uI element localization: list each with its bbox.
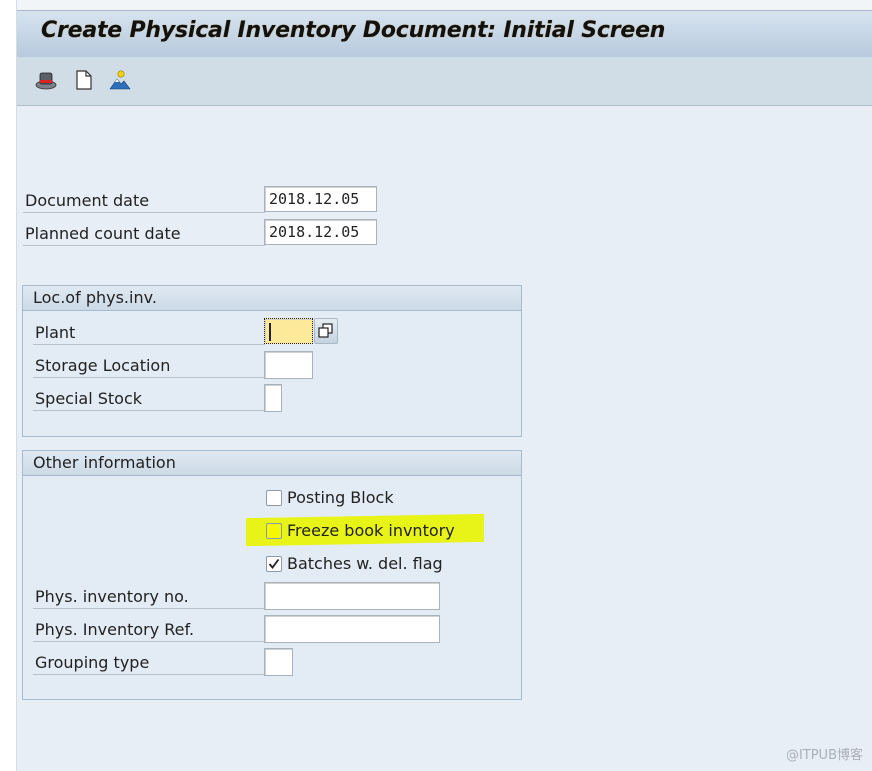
document-date-label: Document date [23,188,265,213]
text-cursor [269,323,271,341]
grouping-type-input[interactable] [264,648,293,676]
document-date-input[interactable]: 2018.12.05 [264,186,377,212]
posting-block-label: Posting Block [287,488,394,507]
storage-location-label: Storage Location [33,353,265,378]
freeze-book-inventory-label: Freeze book invntory [287,521,455,540]
planned-count-date-input[interactable]: 2018.12.05 [264,219,377,245]
new-document-icon[interactable] [73,69,95,91]
posting-block-checkbox[interactable] [266,490,282,506]
freeze-book-inventory-checkbox[interactable] [266,523,282,539]
grouping-type-label: Grouping type [33,650,265,675]
personal-settings-icon[interactable] [109,69,131,91]
checkmark-icon [268,558,280,569]
phys-inventory-ref-label: Phys. Inventory Ref. [33,617,265,642]
screen-title: Create Physical Inventory Document: Init… [41,18,666,43]
hat-icon[interactable] [35,69,57,91]
application-toolbar [17,57,872,106]
plant-value-help-button[interactable] [314,318,338,344]
plant-input[interactable] [264,318,313,344]
other-info-group-title: Other information [23,451,521,476]
planned-count-date-label: Planned count date [23,221,265,246]
value-help-icon [318,323,333,338]
phys-inventory-no-label: Phys. inventory no. [33,584,265,609]
plant-label: Plant [33,320,265,345]
special-stock-label: Special Stock [33,386,265,411]
watermark: @ITPUB博客 [785,748,863,763]
batches-del-flag-checkbox[interactable] [266,556,282,572]
location-group-title: Loc.of phys.inv. [23,286,521,311]
sap-screen: Create Physical Inventory Document: Init… [16,0,872,771]
phys-inventory-ref-input[interactable] [264,615,440,643]
top-strip [17,0,872,10]
title-bar: Create Physical Inventory Document: Init… [17,10,872,58]
phys-inventory-no-input[interactable] [264,582,440,610]
special-stock-input[interactable] [264,384,282,412]
storage-location-input[interactable] [264,351,313,379]
batches-del-flag-label: Batches w. del. flag [287,554,443,573]
